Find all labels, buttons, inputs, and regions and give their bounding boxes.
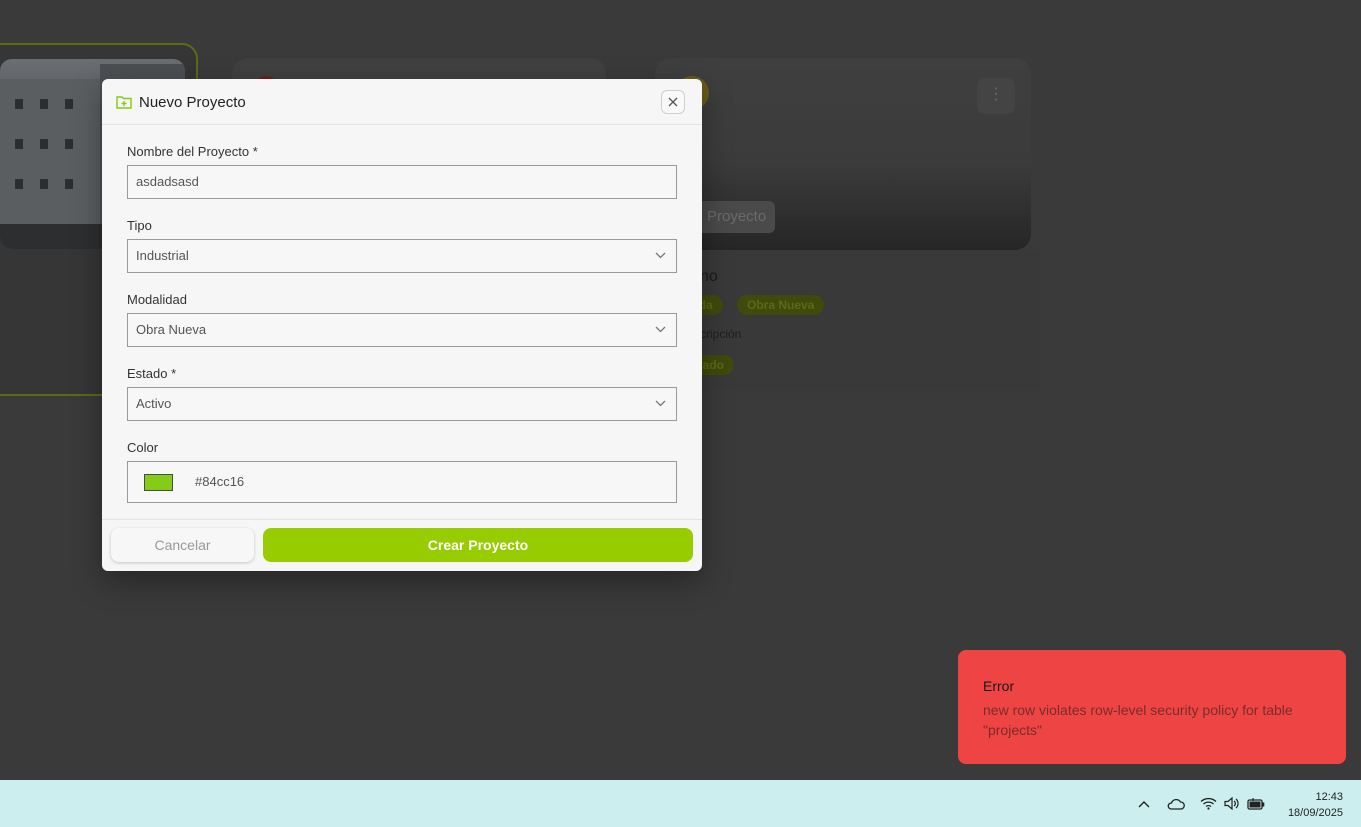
- cancel-button[interactable]: Cancelar: [111, 528, 254, 562]
- status-select-value: Activo: [136, 396, 172, 411]
- chevron-down-icon: [655, 326, 666, 333]
- chevron-up-icon: [1138, 800, 1150, 807]
- network-button[interactable]: [1197, 780, 1219, 827]
- show-hidden-icons-button[interactable]: [1134, 780, 1154, 827]
- chevron-down-icon: [655, 252, 666, 259]
- battery-button[interactable]: [1245, 780, 1267, 827]
- chevron-down-icon: [655, 400, 666, 407]
- project-card-title: no: [700, 268, 718, 285]
- mode-select-value: Obra Nueva: [136, 322, 207, 337]
- card-project-button[interactable]: Proyecto: [695, 201, 775, 233]
- mode-select[interactable]: Obra Nueva: [127, 313, 677, 347]
- status-select[interactable]: Activo: [127, 387, 677, 421]
- volume-icon: [1223, 797, 1239, 810]
- color-label: Color: [127, 440, 159, 455]
- modal-footer: Cancelar Crear Proyecto: [102, 519, 702, 571]
- project-description: cripción: [700, 327, 742, 341]
- close-button[interactable]: [661, 90, 685, 114]
- color-swatch[interactable]: [144, 474, 173, 491]
- create-project-button[interactable]: Crear Proyecto: [263, 528, 693, 562]
- volume-button[interactable]: [1221, 780, 1241, 827]
- type-select-value: Industrial: [136, 248, 189, 263]
- wifi-icon: [1200, 797, 1216, 810]
- project-tag: Obra Nueva: [737, 295, 825, 315]
- error-toast[interactable]: Error new row violates row-level securit…: [958, 650, 1346, 764]
- onedrive-button[interactable]: [1164, 780, 1188, 827]
- modal-header: Nuevo Proyecto: [102, 79, 702, 125]
- mode-label: Modalidad: [127, 292, 187, 307]
- card-menu-icon[interactable]: ⋮: [977, 78, 1015, 114]
- folder-plus-icon: [116, 95, 132, 114]
- project-card-right: ⋮ Proyecto: [655, 58, 1031, 250]
- clock-date: 18/09/2025: [1287, 807, 1343, 819]
- type-select[interactable]: Industrial: [127, 239, 677, 273]
- taskbar: 12:43 18/09/2025: [0, 780, 1361, 827]
- status-label: Estado *: [127, 366, 177, 381]
- color-field: #84cc16: [127, 461, 677, 503]
- new-project-modal: Nuevo Proyecto Nombre del Proyecto * asd…: [102, 79, 702, 571]
- color-hex-input[interactable]: #84cc16: [195, 462, 244, 502]
- modal-title: Nuevo Proyecto: [139, 94, 246, 111]
- project-name-input[interactable]: asdadsasd: [127, 165, 677, 199]
- cloud-icon: [1167, 798, 1185, 810]
- close-icon: [668, 97, 678, 107]
- clock-time: 12:43: [1315, 791, 1343, 803]
- toast-title: Error: [983, 678, 1015, 694]
- type-label: Tipo: [127, 218, 152, 233]
- taskbar-clock[interactable]: 12:43 18/09/2025: [1288, 789, 1343, 821]
- battery-charging-icon: [1247, 797, 1265, 810]
- project-name-label: Nombre del Proyecto *: [127, 144, 258, 159]
- toast-message: new row violates row-level security poli…: [983, 702, 1293, 738]
